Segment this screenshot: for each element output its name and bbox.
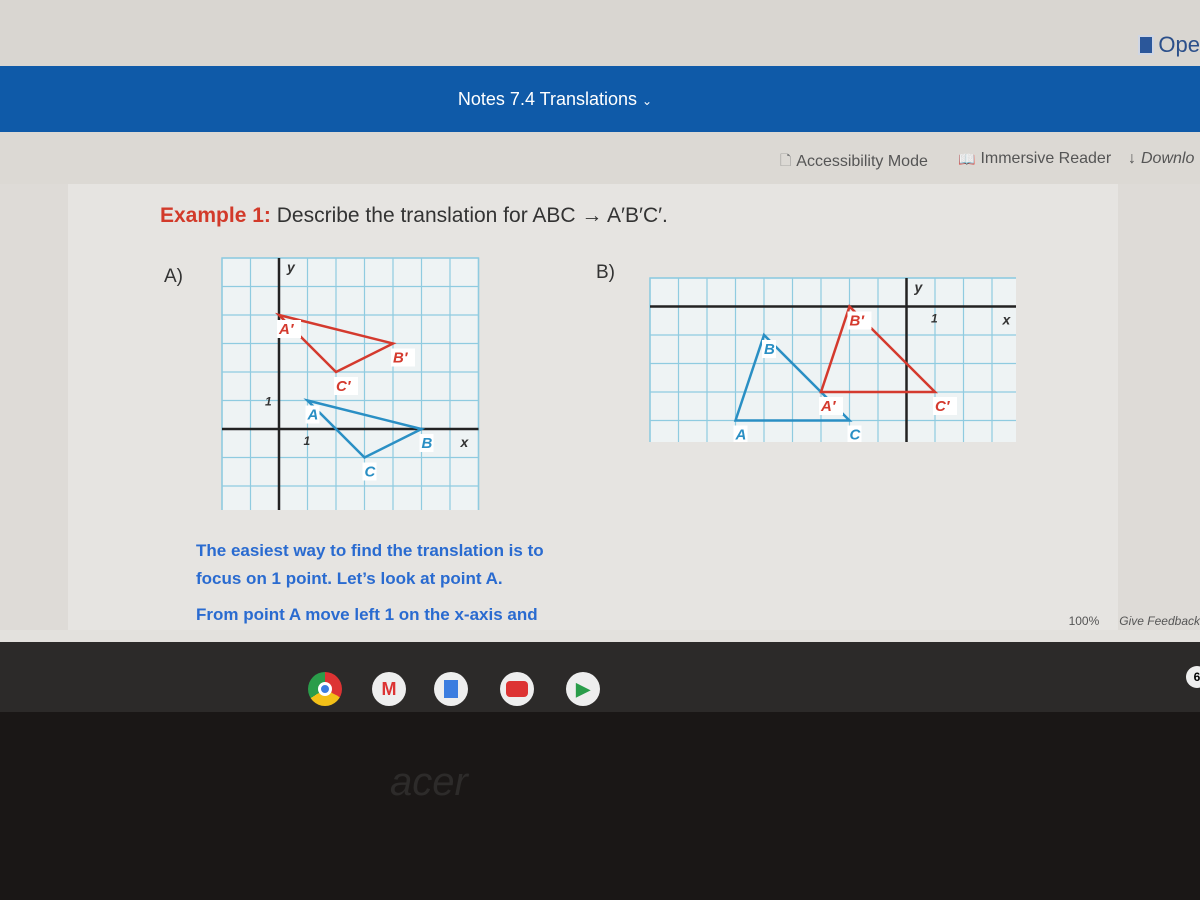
download-button[interactable]: ↓ Downlo: [1128, 150, 1194, 168]
graph-b: x y 1 A B C A′ B′ C′: [649, 277, 1016, 443]
x-axis-label: x: [460, 434, 470, 450]
vertex-label-original: B: [422, 435, 433, 452]
grid-background: [649, 277, 1016, 442]
vertex-label-original: A: [307, 407, 319, 424]
word-icon: [1138, 35, 1155, 55]
right-margin: [1118, 184, 1200, 630]
accessibility-mode-button[interactable]: 🗋 Accessibility Mode: [780, 150, 928, 174]
immersive-reader-icon: 📖: [958, 150, 976, 167]
title-bar: Notes 7.4 Translations ⌄: [0, 66, 1200, 132]
vertex-label-original: C: [365, 464, 377, 481]
x-axis-label: x: [1002, 312, 1012, 328]
acer-logo: acer: [390, 760, 468, 804]
download-icon: ↓: [1128, 150, 1136, 167]
accessibility-icon: 🗋: [780, 152, 792, 168]
vertex-label-image: A′: [820, 398, 837, 415]
vertex-label-image: A′: [278, 321, 295, 338]
x-tick-label: 1: [304, 434, 311, 448]
explanation-line-1: The easiest way to find the translation …: [196, 541, 544, 560]
chrome-icon[interactable]: [308, 672, 342, 706]
y-axis-label: y: [286, 259, 296, 275]
vertex-label-original: A: [735, 427, 747, 443]
docs-icon[interactable]: [434, 672, 468, 706]
vertex-label-original: C: [850, 427, 862, 443]
give-feedback-link[interactable]: Give Feedback: [1119, 614, 1200, 628]
vertex-label-original: B: [764, 341, 775, 358]
chevron-down-icon: ⌄: [642, 93, 653, 108]
browser-top: Ope: [0, 0, 1200, 66]
y-tick-label: 1: [265, 395, 272, 409]
zoom-level[interactable]: 100%: [1069, 614, 1100, 628]
notification-badge[interactable]: 6: [1186, 666, 1200, 688]
shelf: M ▶ 6: [0, 642, 1200, 712]
explanation-line-3: From point A move left 1 on the x-axis a…: [196, 605, 538, 624]
explanation-line-2: focus on 1 point. Let’s look at point A.: [196, 569, 503, 588]
vertex-label-image: B′: [850, 313, 866, 330]
status-strip: [0, 630, 1200, 642]
document-title[interactable]: Notes 7.4 Translations ⌄: [458, 89, 652, 110]
vertex-label-image: C′: [336, 378, 352, 395]
play-store-icon[interactable]: ▶: [566, 672, 600, 706]
part-b-label: B): [596, 262, 615, 283]
part-a-label: A): [164, 266, 183, 287]
vertex-label-image: B′: [393, 350, 409, 367]
gmail-icon[interactable]: M: [372, 672, 406, 706]
open-in-word-button[interactable]: Ope: [1138, 32, 1200, 58]
example-heading: Example 1: Describe the translation for …: [160, 204, 668, 227]
graph-a: x y 1 1 A B C A′ B′ C′: [221, 257, 480, 510]
y-axis-label: y: [914, 279, 924, 295]
immersive-reader-button[interactable]: 📖 Immersive Reader: [958, 150, 1111, 168]
vertex-label-image: C′: [935, 398, 951, 415]
status-bar: 100% Give Feedback: [1069, 614, 1200, 628]
toolbar: 🗋 Accessibility Mode 📖 Immersive Reader ↓ D…: [0, 132, 1200, 184]
x-tick-label: 1: [931, 312, 938, 326]
left-margin: [0, 184, 68, 630]
document-page: Example 1: Describe the translation for …: [68, 184, 1118, 630]
youtube-icon[interactable]: [500, 672, 534, 706]
